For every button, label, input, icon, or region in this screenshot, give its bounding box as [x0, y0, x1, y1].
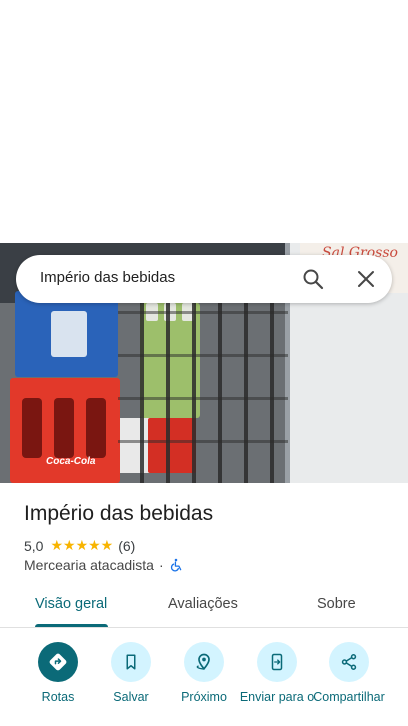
send-to-phone-icon[interactable]: [257, 642, 297, 682]
send-to-phone-button[interactable]: Enviar para o: [237, 642, 317, 704]
photo-crate-brand: Coca-Cola: [46, 456, 96, 467]
nearby-label: Próximo: [181, 690, 227, 704]
directions-icon[interactable]: [38, 642, 78, 682]
share-button[interactable]: Compartilhar: [309, 642, 389, 704]
search-icon[interactable]: [301, 267, 327, 291]
tab-about[interactable]: Sobre: [317, 596, 356, 612]
bookmark-icon[interactable]: [111, 642, 151, 682]
wheelchair-accessible-icon: [169, 558, 183, 572]
category-row: Mercearia atacadista ·: [24, 557, 183, 573]
review-count[interactable]: (6): [118, 538, 135, 554]
search-query[interactable]: Império das bebidas: [40, 269, 175, 286]
tab-bar: Visão geral Avaliações Sobre: [0, 584, 408, 628]
tab-overview[interactable]: Visão geral: [35, 596, 107, 612]
nearby-button[interactable]: Próximo: [164, 642, 244, 704]
send-to-phone-label: Enviar para o: [239, 690, 315, 704]
place-category: Mercearia atacadista: [24, 557, 154, 573]
rating-value: 5,0: [24, 537, 44, 554]
photo-red-crate: Coca-Cola: [10, 378, 120, 483]
directions-button[interactable]: Rotas: [18, 642, 98, 704]
save-button[interactable]: Salvar: [91, 642, 171, 704]
directions-label: Rotas: [41, 690, 75, 704]
tab-reviews[interactable]: Avaliações: [168, 596, 238, 612]
share-label: Compartilhar: [313, 690, 385, 704]
share-icon[interactable]: [329, 642, 369, 682]
search-bar[interactable]: Império das bebidas: [16, 255, 392, 303]
separator-dot: ·: [158, 557, 164, 573]
place-title: Império das bebidas: [24, 502, 214, 525]
photo-blue-crate: [15, 291, 118, 377]
photo-gate-bars-horizontal: [118, 288, 288, 483]
action-bar: Rotas Salvar Próximo Enviar para o Compa…: [0, 642, 408, 726]
save-label: Salvar: [113, 690, 149, 704]
rating-stars: ★★★★★: [50, 537, 114, 553]
tab-active-indicator: [35, 624, 108, 627]
close-icon[interactable]: [354, 267, 378, 291]
nearby-icon[interactable]: [184, 642, 224, 682]
rating-row[interactable]: 5,0 ★★★★★ (6): [24, 537, 135, 554]
